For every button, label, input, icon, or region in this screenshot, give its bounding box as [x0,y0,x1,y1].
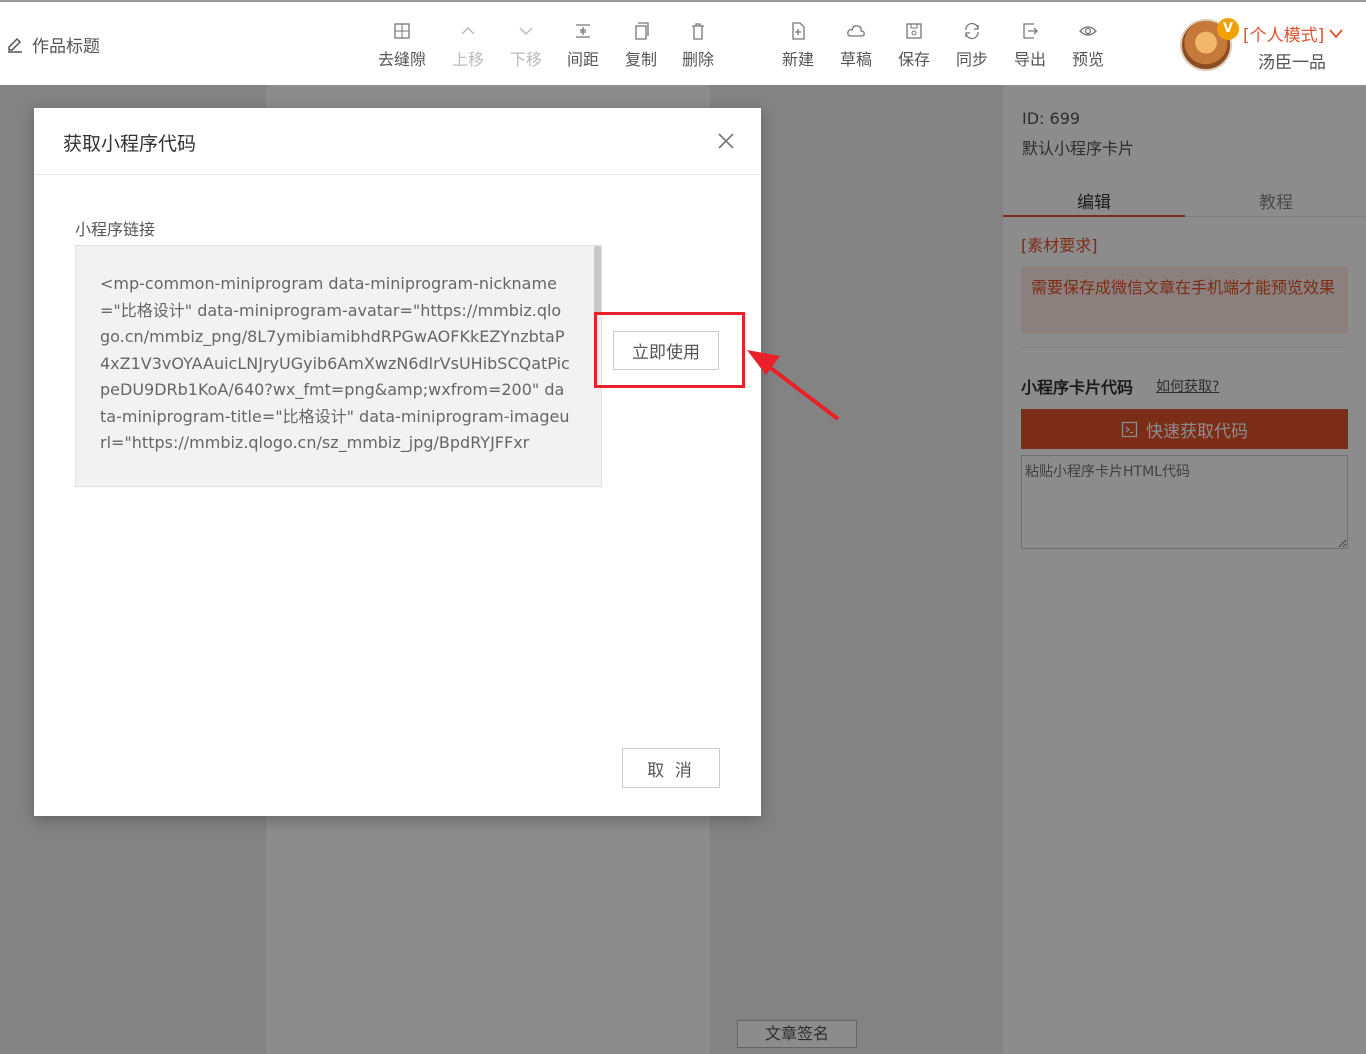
new-file-icon [792,22,805,40]
save-icon [906,23,922,39]
miniprogram-code-text: <mp-common-miniprogram data-miniprogram-… [100,274,570,452]
miniprogram-code-field[interactable]: <mp-common-miniprogram data-miniprogram-… [75,245,602,487]
move-up-label: 上移 [451,50,484,69]
export-button[interactable]: 导出 [1003,20,1057,70]
use-now-button[interactable]: 立即使用 [613,331,719,370]
spacing-label: 间距 [566,50,599,69]
chevron-down-icon [1329,28,1343,38]
get-miniprogram-code-dialog: 获取小程序代码 小程序链接 <mp-common-miniprogram dat… [34,108,761,816]
mode-label: [个人模式] [1243,26,1325,46]
delete-button[interactable]: 删除 [671,20,725,70]
sync-label: 同步 [955,50,988,69]
cancel-button[interactable]: 取 消 [622,748,720,788]
eye-icon [1079,26,1097,36]
save-label: 保存 [897,50,930,69]
save-button[interactable]: 保存 [887,20,941,70]
top-toolbar: 作品标题 去缝隙 上移 下移 间距 复制 删除 新建 草稿 保存 同步 导出 预… [0,0,1366,85]
chevron-up-icon [461,26,475,35]
draft-button[interactable]: 草稿 [829,20,883,70]
draft-label: 草稿 [839,50,872,69]
username: 汤臣一品 [1258,53,1326,73]
copy-icon [635,22,649,40]
preview-button[interactable]: 预览 [1061,20,1115,70]
work-title[interactable]: 作品标题 [6,32,100,57]
spacing-icon [576,24,590,38]
export-label: 导出 [1013,50,1046,69]
code-scrollbar[interactable] [594,246,601,314]
vip-badge: V [1217,18,1239,40]
dialog-header: 获取小程序代码 [34,108,761,175]
cloud-icon [847,25,865,37]
export-icon [1023,23,1038,39]
delete-label: 删除 [681,50,714,69]
preview-label: 预览 [1071,50,1104,69]
move-up-button[interactable]: 上移 [441,20,495,70]
miniprogram-link-label: 小程序链接 [75,220,156,239]
remove-gap-label: 去缝隙 [377,50,426,69]
chevron-down-icon [519,27,533,36]
spacing-button[interactable]: 间距 [556,20,610,70]
mode-switch[interactable]: [个人模式] [1243,21,1344,46]
sync-button[interactable]: 同步 [945,20,999,70]
move-down-button[interactable]: 下移 [499,20,553,70]
pencil-icon [8,37,22,53]
new-label: 新建 [781,50,814,69]
new-button[interactable]: 新建 [771,20,825,70]
dialog-title: 获取小程序代码 [63,133,197,155]
move-down-label: 下移 [509,50,542,69]
copy-label: 复制 [624,50,657,69]
sync-icon [965,22,979,40]
work-title-text: 作品标题 [32,37,100,57]
copy-button[interactable]: 复制 [614,20,668,70]
trash-icon [692,23,704,40]
grid-icon [394,23,410,39]
remove-gap-button[interactable]: 去缝隙 [375,20,429,70]
close-icon[interactable] [714,129,738,153]
